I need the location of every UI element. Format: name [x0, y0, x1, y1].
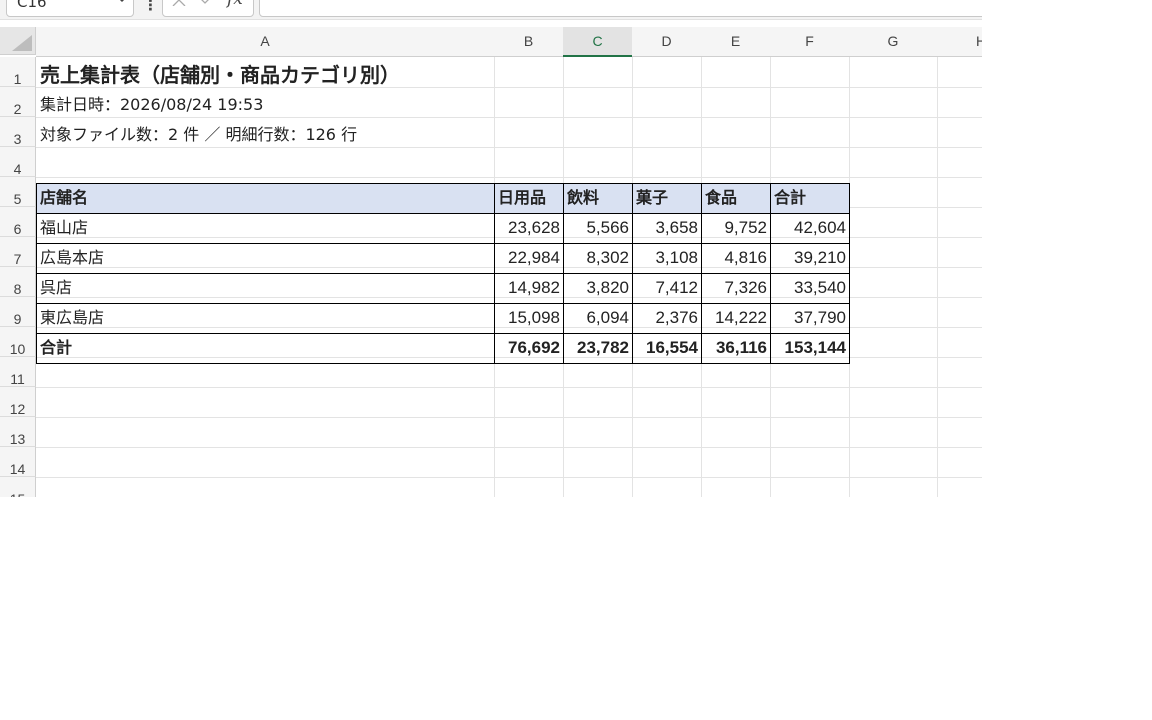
value-cell[interactable]: 6,094: [563, 303, 633, 333]
row-header-5[interactable]: 5: [0, 177, 36, 207]
cancel-icon[interactable]: [171, 0, 187, 6]
column-header-c[interactable]: C: [563, 27, 633, 57]
table-header-total[interactable]: 合計: [770, 183, 850, 213]
table-border: [36, 243, 850, 244]
value-cell[interactable]: 3,108: [632, 243, 702, 273]
total-value[interactable]: 76,692: [494, 333, 564, 363]
value-cell[interactable]: 23,628: [494, 213, 564, 243]
row-header-1[interactable]: 1: [0, 57, 36, 87]
row-header-14[interactable]: 14: [0, 447, 36, 477]
column-header-f[interactable]: F: [770, 27, 850, 57]
column-header-g[interactable]: G: [849, 27, 938, 57]
chevron-down-icon[interactable]: [115, 0, 129, 7]
table-header-store[interactable]: 店舗名: [36, 183, 495, 213]
value-cell[interactable]: 3,820: [563, 273, 633, 303]
sheet-title[interactable]: 売上集計表（店舗別・商品カテゴリ別）: [36, 57, 496, 87]
store-name[interactable]: 東広島店: [36, 303, 495, 333]
table-border: [36, 333, 850, 334]
value-cell[interactable]: 8,302: [563, 243, 633, 273]
value-cell[interactable]: 2,376: [632, 303, 702, 333]
table-header-snacks[interactable]: 菓子: [632, 183, 702, 213]
formula-bar: C16 ⋮ fx: [0, 0, 982, 20]
gridline: [937, 57, 938, 497]
row-header-9[interactable]: 9: [0, 297, 36, 327]
total-value[interactable]: 23,782: [563, 333, 633, 363]
value-cell[interactable]: 15,098: [494, 303, 564, 333]
row-header-15[interactable]: 15: [0, 477, 36, 497]
total-label[interactable]: 合計: [36, 333, 495, 363]
table-border: [701, 183, 702, 364]
worksheet-grid[interactable]: A B C D E F G H 1 2 3 4 5 6 7 8 9 10 11 …: [0, 27, 982, 497]
gridline: [36, 477, 982, 478]
value-cell[interactable]: 7,326: [701, 273, 771, 303]
table-border: [632, 183, 633, 364]
value-cell[interactable]: 39,210: [770, 243, 850, 273]
row-header-10[interactable]: 10: [0, 327, 36, 357]
row-header-6[interactable]: 6: [0, 207, 36, 237]
gridline: [36, 447, 982, 448]
gridline: [36, 177, 982, 178]
value-cell[interactable]: 3,658: [632, 213, 702, 243]
table-border: [849, 183, 850, 364]
name-box[interactable]: C16: [6, 0, 134, 17]
gridline: [36, 417, 982, 418]
total-value[interactable]: 16,554: [632, 333, 702, 363]
gridline: [36, 387, 982, 388]
table-border: [36, 273, 850, 274]
value-cell[interactable]: 42,604: [770, 213, 850, 243]
table-header-food[interactable]: 食品: [701, 183, 771, 213]
row-header-3[interactable]: 3: [0, 117, 36, 147]
store-name[interactable]: 呉店: [36, 273, 495, 303]
row-header-4[interactable]: 4: [0, 147, 36, 177]
table-border: [36, 183, 37, 364]
column-header-d[interactable]: D: [632, 27, 702, 57]
select-all-triangle-icon: [12, 35, 32, 51]
formula-actions: fx: [162, 0, 254, 17]
table-border: [494, 183, 495, 364]
value-cell[interactable]: 5,566: [563, 213, 633, 243]
store-name[interactable]: 広島本店: [36, 243, 495, 273]
total-value[interactable]: 153,144: [770, 333, 850, 363]
table-border: [36, 303, 850, 304]
formula-input[interactable]: [259, 0, 982, 17]
spreadsheet-window: C16 ⋮ fx A B C D E F: [0, 0, 982, 497]
value-cell[interactable]: 37,790: [770, 303, 850, 333]
table-border: [563, 183, 564, 364]
row-header-11[interactable]: 11: [0, 357, 36, 387]
total-value[interactable]: 36,116: [701, 333, 771, 363]
column-header-e[interactable]: E: [701, 27, 771, 57]
value-cell[interactable]: 22,984: [494, 243, 564, 273]
insert-function-icon[interactable]: fx: [227, 0, 243, 9]
gridline: [36, 147, 982, 148]
table-border: [36, 213, 850, 214]
row-header-7[interactable]: 7: [0, 237, 36, 267]
row-header-2[interactable]: 2: [0, 87, 36, 117]
check-icon[interactable]: [197, 0, 213, 6]
row-header-13[interactable]: 13: [0, 417, 36, 447]
table-header-beverages[interactable]: 飲料: [563, 183, 633, 213]
value-cell[interactable]: 14,982: [494, 273, 564, 303]
store-name[interactable]: 福山店: [36, 213, 495, 243]
aggregation-timestamp[interactable]: 集計日時：2026/08/24 19:53: [36, 87, 496, 117]
value-cell[interactable]: 7,412: [632, 273, 702, 303]
value-cell[interactable]: 9,752: [701, 213, 771, 243]
name-box-value: C16: [17, 0, 47, 11]
column-header-a[interactable]: A: [36, 27, 495, 57]
table-header-daily-goods[interactable]: 日用品: [494, 183, 564, 213]
value-cell[interactable]: 14,222: [701, 303, 771, 333]
value-cell[interactable]: 33,540: [770, 273, 850, 303]
row-header-12[interactable]: 12: [0, 387, 36, 417]
row-header-8[interactable]: 8: [0, 267, 36, 297]
column-header-h[interactable]: H: [937, 27, 982, 57]
table-border: [36, 363, 850, 364]
table-border: [36, 183, 850, 184]
select-all-button[interactable]: [0, 27, 36, 55]
value-cell[interactable]: 4,816: [701, 243, 771, 273]
file-summary[interactable]: 対象ファイル数：2 件 ／ 明細行数：126 行: [36, 117, 496, 147]
column-header-b[interactable]: B: [494, 27, 564, 57]
more-options-icon[interactable]: ⋮: [143, 0, 158, 14]
table-border: [770, 183, 771, 364]
